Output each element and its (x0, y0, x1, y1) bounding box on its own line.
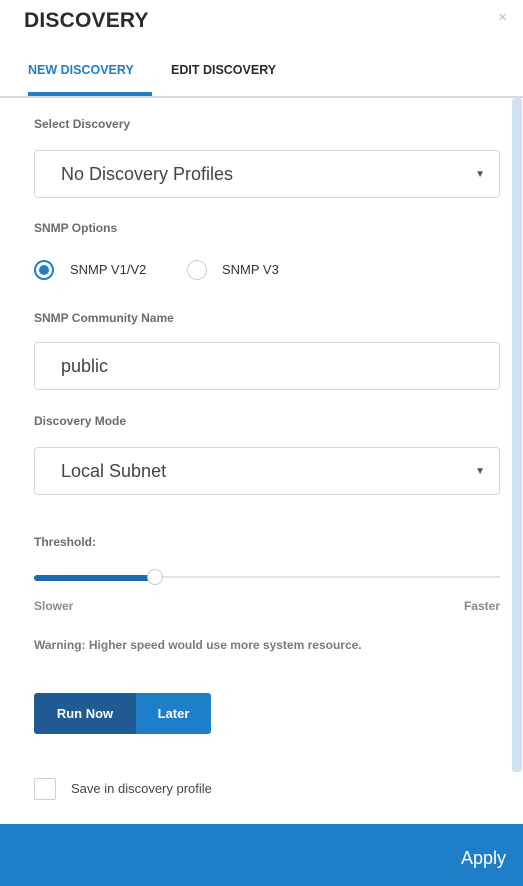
save-profile-label[interactable]: Save in discovery profile (71, 781, 212, 796)
community-name-label: SNMP Community Name (34, 311, 174, 325)
warning-text: Warning: Higher speed would use more sys… (34, 638, 362, 652)
discovery-panel: DISCOVERY × NEW DISCOVERY EDIT DISCOVERY… (0, 0, 523, 886)
chevron-down-icon: ▼ (475, 169, 485, 180)
close-icon[interactable]: × (498, 9, 507, 26)
select-discovery-value: No Discovery Profiles (61, 163, 234, 184)
panel-header: DISCOVERY × NEW DISCOVERY EDIT DISCOVERY (0, 0, 523, 98)
radio-snmp-v1v2-label[interactable]: SNMP V1/V2 (70, 262, 146, 277)
tab-edit-discovery[interactable]: EDIT DISCOVERY (171, 63, 276, 77)
save-profile-checkbox[interactable] (34, 778, 56, 800)
community-name-input[interactable]: public (34, 342, 500, 390)
tab-new-discovery[interactable]: NEW DISCOVERY (28, 63, 134, 77)
threshold-slider-thumb[interactable] (147, 569, 163, 585)
threshold-slider-fill (34, 575, 155, 581)
panel-footer: Apply (0, 824, 523, 886)
select-discovery-label: Select Discovery (34, 117, 131, 131)
radio-snmp-v3[interactable] (187, 260, 207, 280)
slider-min-label: Slower (34, 599, 74, 613)
discovery-mode-dropdown[interactable]: Local Subnet ▼ (34, 447, 500, 495)
apply-button[interactable]: Apply (461, 848, 506, 869)
page-title: DISCOVERY (24, 9, 149, 32)
discovery-mode-label: Discovery Mode (34, 414, 127, 428)
slider-max-label: Faster (463, 599, 500, 613)
chevron-down-icon: ▼ (475, 466, 485, 477)
radio-snmp-v3-label[interactable]: SNMP V3 (222, 262, 279, 277)
radio-snmp-v1v2[interactable] (34, 260, 54, 280)
snmp-options-label: SNMP Options (34, 221, 118, 235)
scrollbar[interactable] (512, 98, 522, 772)
run-now-button[interactable]: Run Now (34, 693, 136, 734)
threshold-label: Threshold: (34, 535, 96, 549)
active-tab-indicator (28, 92, 152, 96)
select-discovery-dropdown[interactable]: No Discovery Profiles ▼ (34, 150, 500, 198)
later-button[interactable]: Later (136, 693, 211, 734)
discovery-mode-value: Local Subnet (61, 460, 167, 481)
